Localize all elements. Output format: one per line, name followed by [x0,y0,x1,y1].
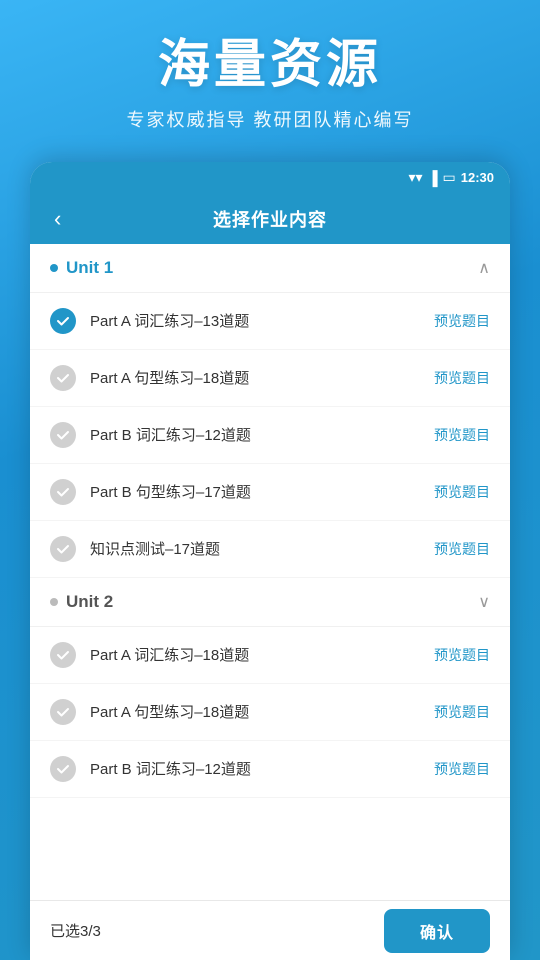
unit1-dot [50,264,58,272]
list-item[interactable]: Part B 词汇练习–12道题 预览题目 [30,407,510,464]
top-bar: ‹ 选择作业内容 [30,194,510,244]
back-button[interactable]: ‹ [46,204,69,234]
status-icons: ▾▾ ▐ ▭ 12:30 [409,169,494,186]
selected-count: 已选3/3 [50,920,101,941]
check-icon [50,365,76,391]
page-title: 选择作业内容 [213,206,327,232]
list-item[interactable]: Part A 词汇练习–13道题 预览题目 [30,293,510,350]
confirm-button[interactable]: 确认 [384,909,490,953]
battery-icon: ▭ [443,169,456,186]
phone-frame: ▾▾ ▐ ▭ 12:30 ‹ 选择作业内容 Unit 1 ∧ Part A 词汇… [30,162,510,960]
status-bar: ▾▾ ▐ ▭ 12:30 [30,162,510,194]
bottom-bar: 已选3/3 确认 [30,900,510,960]
check-icon [50,699,76,725]
unit2-header[interactable]: Unit 2 ∨ [30,578,510,627]
check-icon [50,642,76,668]
item-label: Part B 词汇练习–12道题 [90,424,434,445]
unit1-chevron-up-icon: ∧ [478,258,490,278]
hero-title: 海量资源 [20,36,520,96]
content-area: Unit 1 ∧ Part A 词汇练习–13道题 预览题目 Part A 句型… [30,244,510,900]
unit2-label: Unit 2 [66,592,113,612]
signal-icon: ▐ [428,170,438,186]
hero-subtitle: 专家权威指导 教研团队精心编写 [20,106,520,132]
preview-button[interactable]: 预览题目 [434,539,490,559]
preview-button[interactable]: 预览题目 [434,482,490,502]
item-label: Part B 词汇练习–12道题 [90,758,434,779]
unit2-dot [50,598,58,606]
item-label: Part A 句型练习–18道题 [90,367,434,388]
list-item[interactable]: Part A 句型练习–18道题 预览题目 [30,684,510,741]
hero-section: 海量资源 专家权威指导 教研团队精心编写 [0,0,540,156]
preview-button[interactable]: 预览题目 [434,702,490,722]
list-item[interactable]: 知识点测试–17道题 预览题目 [30,521,510,578]
unit1-header[interactable]: Unit 1 ∧ [30,244,510,293]
unit2-chevron-down-icon: ∨ [478,592,490,612]
item-label: Part A 词汇练习–13道题 [90,310,434,331]
clock: 12:30 [461,170,494,185]
preview-button[interactable]: 预览题目 [434,759,490,779]
item-label: Part A 词汇练习–18道题 [90,644,434,665]
wifi-icon: ▾▾ [409,169,423,186]
item-label: Part A 句型练习–18道题 [90,701,434,722]
check-icon [50,308,76,334]
item-label: Part B 句型练习–17道题 [90,481,434,502]
check-icon [50,756,76,782]
list-item[interactable]: Part B 词汇练习–12道题 预览题目 [30,741,510,798]
list-item[interactable]: Part A 句型练习–18道题 预览题目 [30,350,510,407]
preview-button[interactable]: 预览题目 [434,425,490,445]
unit1-label: Unit 1 [66,258,113,278]
check-icon [50,479,76,505]
check-icon [50,422,76,448]
list-item[interactable]: Part B 句型练习–17道题 预览题目 [30,464,510,521]
preview-button[interactable]: 预览题目 [434,311,490,331]
check-icon [50,536,76,562]
list-item[interactable]: Part A 词汇练习–18道题 预览题目 [30,627,510,684]
preview-button[interactable]: 预览题目 [434,645,490,665]
item-label: 知识点测试–17道题 [90,538,434,559]
preview-button[interactable]: 预览题目 [434,368,490,388]
